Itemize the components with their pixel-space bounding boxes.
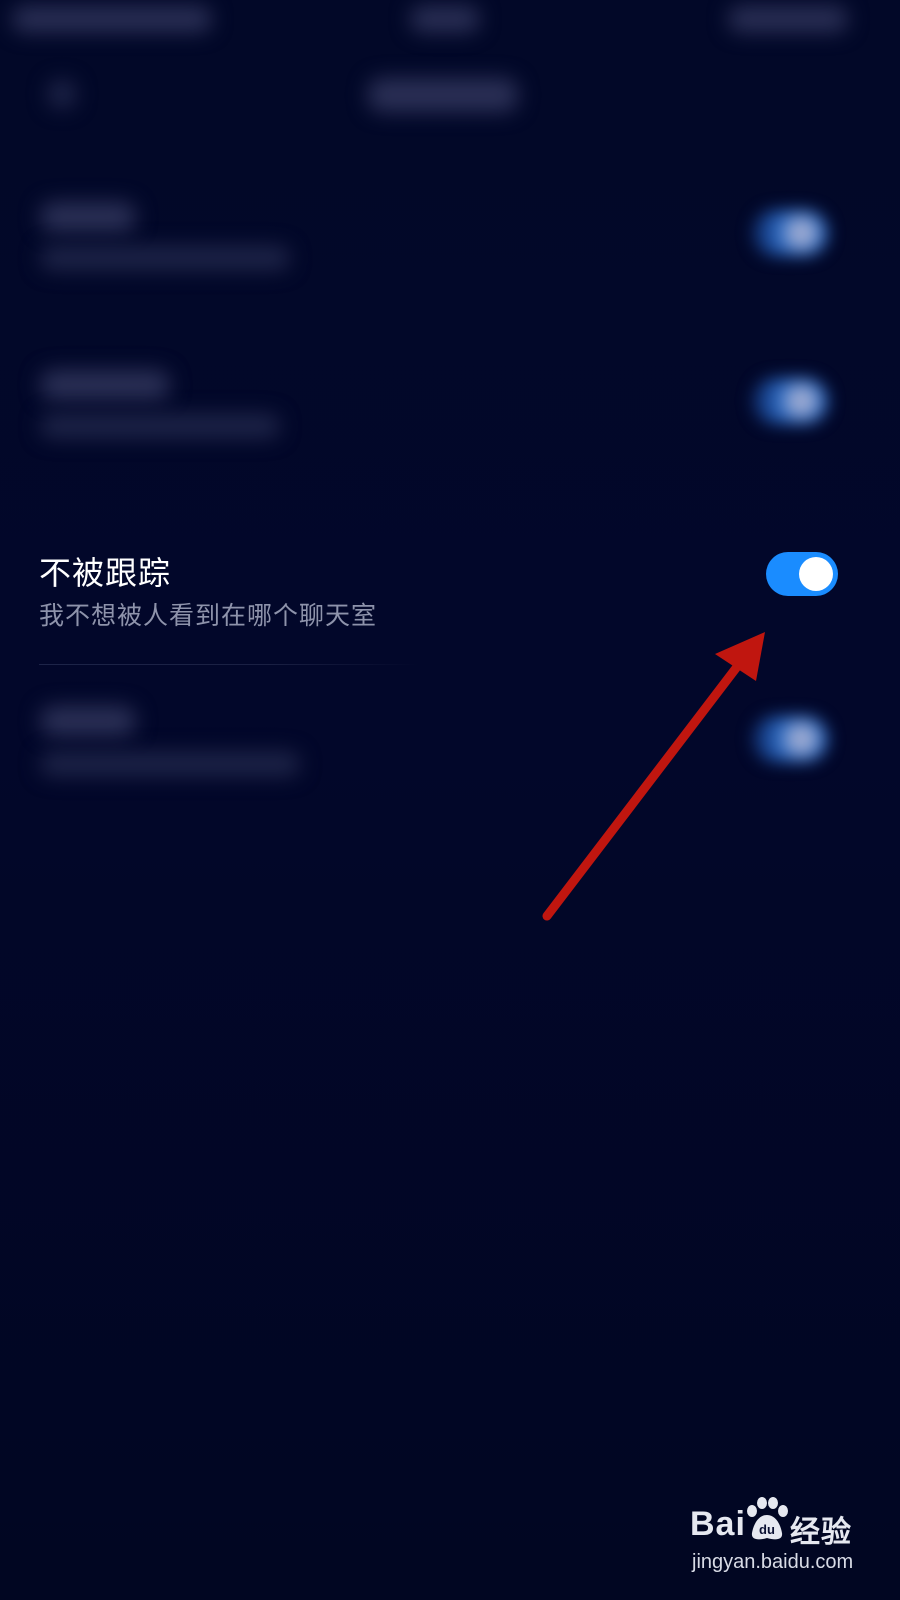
setting-title: 不被跟踪 <box>39 554 172 592</box>
watermark: du Bai 经验 jingyan.baidu.com <box>690 1497 890 1585</box>
watermark-logo-suffix: 经验 <box>790 1516 852 1549</box>
watermark-logo-text: Bai <box>690 1505 746 1543</box>
blurred-row-4-desc <box>40 752 300 776</box>
blurred-status-center <box>410 6 480 32</box>
blurred-status-left <box>12 6 212 32</box>
toggle-knob <box>799 557 833 591</box>
row-divider <box>39 664 419 665</box>
blurred-row-4-title <box>40 706 136 736</box>
setting-row-do-not-track: 不被跟踪 我不想被人看到在哪个聊天室 <box>0 530 900 666</box>
blurred-row-2-title <box>40 370 170 400</box>
blurred-row-2-toggle <box>752 378 828 424</box>
setting-description: 我不想被人看到在哪个聊天室 <box>39 601 378 630</box>
blurred-back-icon <box>48 80 76 108</box>
blurred-row-1-toggle <box>752 210 828 256</box>
do-not-track-toggle[interactable] <box>766 552 838 596</box>
paw-icon: du <box>747 1497 788 1540</box>
blurred-row-1-desc <box>40 246 290 270</box>
watermark-url: jingyan.baidu.com <box>692 1551 854 1573</box>
svg-text:du: du <box>759 1522 775 1537</box>
blurred-row-4-toggle <box>752 716 828 762</box>
blurred-page-title <box>368 78 518 112</box>
blurred-status-right <box>728 6 848 32</box>
blurred-row-1-title <box>40 202 136 232</box>
blurred-row-2-desc <box>40 414 280 438</box>
